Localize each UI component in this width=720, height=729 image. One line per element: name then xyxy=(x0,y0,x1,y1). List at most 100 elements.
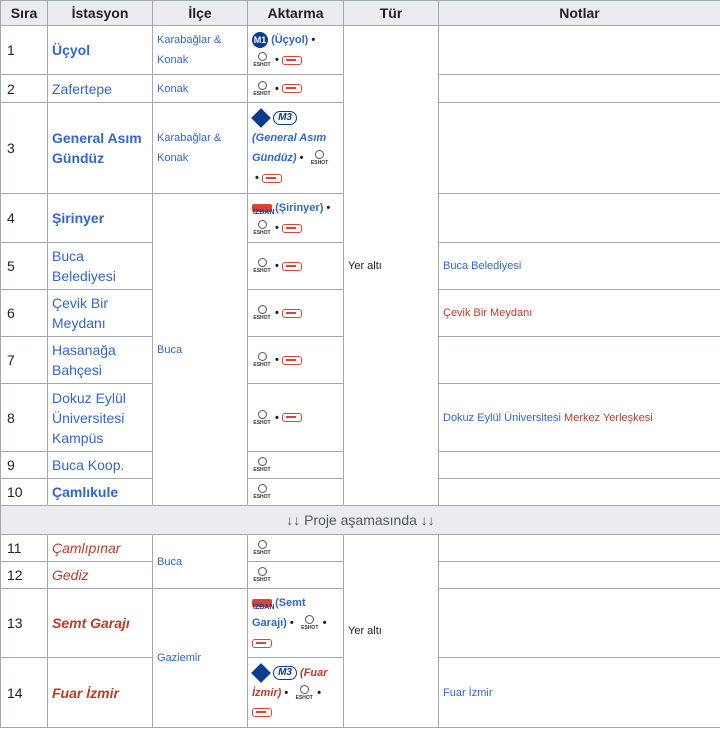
district-link[interactable]: Karabağlar & Konak xyxy=(157,132,221,164)
row-number: 5 xyxy=(0,242,48,290)
station-name: Çevik Bir Meydanı xyxy=(47,289,153,337)
notes-cell xyxy=(438,74,720,103)
col-header-tur[interactable]: Tür xyxy=(343,0,439,26)
izban-icon[interactable]: İZBAN xyxy=(252,202,274,216)
notes-link[interactable]: Fuar İzmir xyxy=(443,687,493,699)
station-link[interactable]: General Asım Gündüz xyxy=(52,130,142,166)
station-name: Hasanağa Bahçesi xyxy=(47,336,153,384)
eshot-bus-icon[interactable]: ESHOT xyxy=(294,684,314,701)
district-cell: Konak xyxy=(152,74,248,103)
row-number: 1 xyxy=(0,25,48,75)
col-header-ilce[interactable]: İlçe xyxy=(152,0,248,26)
eshot-bus-icon[interactable]: ESHOT xyxy=(252,540,272,556)
station-link[interactable]: Çevik Bir Meydanı xyxy=(52,295,108,331)
eshot-bus-icon[interactable]: ESHOT xyxy=(252,409,272,426)
district-cell: Karabağlar & Konak xyxy=(152,25,248,75)
notes-cell: Fuar İzmir xyxy=(438,657,720,728)
eshot-bus-icon[interactable]: ESHOT xyxy=(252,52,272,68)
transfer-cell: M1 (Üçyol) • ESHOT • xyxy=(247,25,344,75)
station-name: Fuar İzmir xyxy=(47,657,153,728)
district-cell: Buca xyxy=(152,193,248,506)
col-header-aktarma[interactable]: Aktarma xyxy=(247,0,344,26)
row-number: 6 xyxy=(0,289,48,337)
eshot-bus-icon[interactable]: ESHOT xyxy=(310,150,330,166)
notes-link[interactable]: Buca Belediyesi xyxy=(443,260,521,272)
izdeniz-icon[interactable] xyxy=(261,173,282,183)
district-link[interactable]: Konak xyxy=(157,83,188,95)
station-link[interactable]: Dokuz Eylül Üniversitesi Kampüs xyxy=(52,390,126,446)
notes-cell: Dokuz Eylül Üniversitesi Merkez Yerleşke… xyxy=(438,383,720,452)
izdeniz-icon[interactable] xyxy=(252,708,272,718)
station-link[interactable]: Hasanağa Bahçesi xyxy=(52,342,116,378)
stations-table: Sıra İstasyon İlçe Aktarma Tür Notlar 1 … xyxy=(0,0,720,728)
transfer-cell: ESHOT xyxy=(247,534,344,562)
metro-m3-icon[interactable] xyxy=(251,108,271,128)
transfer-cell: M3 (General Asım Gündüz) • ESHOT • xyxy=(247,102,344,194)
metro-m3-badge[interactable]: M3 xyxy=(273,665,297,680)
transfer-link[interactable]: (Üçyol) xyxy=(271,34,308,46)
district-link[interactable]: Buca xyxy=(157,344,182,356)
notes-cell xyxy=(438,534,720,562)
transfer-cell: ESHOT • xyxy=(247,242,344,290)
station-name: Buca Koop. xyxy=(47,451,153,479)
izdeniz-icon[interactable] xyxy=(281,223,302,233)
station-link[interactable]: Çamlıkule xyxy=(52,484,118,500)
izdeniz-icon[interactable] xyxy=(281,308,302,318)
district-cell: Karabağlar & Konak xyxy=(152,102,248,194)
eshot-bus-icon[interactable]: ESHOT xyxy=(252,80,272,97)
eshot-bus-icon[interactable]: ESHOT xyxy=(252,567,272,583)
izdeniz-icon[interactable] xyxy=(281,355,302,365)
district-link[interactable]: Gaziemir xyxy=(157,652,201,664)
eshot-bus-icon[interactable]: ESHOT xyxy=(252,457,272,473)
eshot-bus-icon[interactable]: ESHOT xyxy=(252,305,272,321)
row-number: 14 xyxy=(0,657,48,728)
col-header-notlar[interactable]: Notlar xyxy=(438,0,720,26)
izdeniz-icon[interactable] xyxy=(252,638,272,648)
station-link[interactable]: Buca Koop. xyxy=(52,457,124,473)
table-row: 11 Çamlıpınar Buca ESHOT Yer altı xyxy=(0,534,720,728)
notes-cell: Buca Belediyesi xyxy=(438,242,720,290)
station-link[interactable]: Şirinyer xyxy=(52,210,104,226)
izdeniz-icon[interactable] xyxy=(281,261,302,271)
station-link[interactable]: Buca Belediyesi xyxy=(52,248,116,284)
row-number: 4 xyxy=(0,193,48,243)
station-link[interactable]: Çamlıpınar xyxy=(52,540,120,556)
col-header-istasyon[interactable]: İstasyon xyxy=(47,0,153,26)
row-number: 3 xyxy=(0,102,48,194)
transfer-cell: ESHOT xyxy=(247,561,344,589)
metro-m1-icon[interactable]: M1 xyxy=(252,32,268,49)
station-name: General Asım Gündüz xyxy=(47,102,153,194)
eshot-bus-icon[interactable]: ESHOT xyxy=(252,258,272,274)
eshot-bus-icon[interactable]: ESHOT xyxy=(252,352,272,368)
district-link[interactable]: Karabağlar & Konak xyxy=(157,34,221,66)
transfer-cell: ESHOT xyxy=(247,478,344,506)
col-header-sira[interactable]: Sıra xyxy=(0,0,48,26)
row-number: 11 xyxy=(0,534,48,562)
district-cell: Gaziemir xyxy=(152,588,248,728)
metro-m3-icon[interactable] xyxy=(251,662,271,683)
eshot-bus-icon[interactable]: ESHOT xyxy=(252,484,272,500)
station-name: Dokuz Eylül Üniversitesi Kampüs xyxy=(47,383,153,452)
notes-cell xyxy=(438,561,720,589)
notes-link-2[interactable]: Merkez Yerleşkesi xyxy=(564,412,653,424)
table-row: 1 Üçyol Karabağlar & Konak M1 (Üçyol) • E… xyxy=(0,25,720,506)
transfer-link[interactable]: (Şirinyer) xyxy=(275,202,323,214)
district-cell: Buca xyxy=(152,534,248,589)
station-link[interactable]: Zafertepe xyxy=(52,81,112,97)
notes-link[interactable]: Dokuz Eylül Üniversitesi xyxy=(443,412,561,424)
izdeniz-icon[interactable] xyxy=(281,413,302,423)
notes-link[interactable]: Çevik Bir Meydanı xyxy=(443,307,532,319)
row-number: 13 xyxy=(0,588,48,658)
station-link[interactable]: Semt Garajı xyxy=(52,615,130,631)
izban-icon[interactable]: İZBAN xyxy=(252,597,274,611)
metro-m3-badge[interactable]: M3 xyxy=(273,111,297,126)
district-link[interactable]: Buca xyxy=(157,556,182,568)
izdeniz-icon[interactable] xyxy=(281,55,302,65)
izdeniz-icon[interactable] xyxy=(281,84,302,94)
eshot-bus-icon[interactable]: ESHOT xyxy=(300,615,320,631)
station-link[interactable]: Gediz xyxy=(52,567,89,583)
type-cell: Yer altı xyxy=(343,534,439,728)
station-link[interactable]: Fuar İzmir xyxy=(52,685,119,701)
row-number: 8 xyxy=(0,383,48,452)
station-link[interactable]: Üçyol xyxy=(52,42,90,58)
